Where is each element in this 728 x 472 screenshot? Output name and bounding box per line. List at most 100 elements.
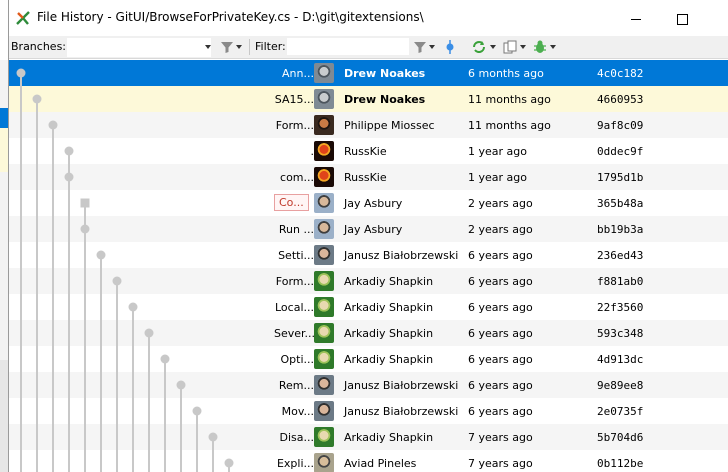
bug-dropdown-icon[interactable] (550, 45, 556, 49)
commit-message: Mov... (281, 405, 314, 418)
gitextensions-icon (16, 11, 30, 25)
commit-message: Opti... (280, 353, 315, 366)
commit-hash: 365b48a (597, 197, 644, 210)
commit-row[interactable]: Form... Philippe Miossec 11 months ago 9af8… (9, 112, 728, 138)
title-bar[interactable]: File History - GitUI/BrowseForPrivateKey… (9, 0, 728, 36)
avatar (314, 167, 334, 187)
commit-author: Janusz Białobrzewski (344, 249, 459, 262)
branches-input[interactable] (67, 38, 211, 57)
refresh-dropdown-icon[interactable] (490, 45, 496, 49)
avatar (314, 63, 334, 83)
commit-message: Run ... (278, 223, 314, 236)
commit-message: Disa... (279, 431, 315, 444)
avatar (314, 375, 334, 395)
commit-author: Jay Asbury (344, 197, 403, 210)
commit-row[interactable]: Sever... Arkadiy Shapkin 6 years ago 593c34… (9, 320, 728, 346)
commit-message: Sever... (274, 327, 314, 340)
commit-hash: 4660953 (597, 93, 644, 106)
commit-date: 2 years ago (468, 223, 533, 236)
commit-message: com... (280, 171, 314, 184)
commit-author: Jay Asbury (344, 223, 403, 236)
commit-date: 6 years ago (468, 327, 533, 340)
avatar (314, 89, 334, 109)
avatar (314, 271, 334, 291)
filter-toolbar: Branches: Filter: (9, 36, 728, 59)
funnel-icon[interactable] (219, 39, 235, 55)
commit-hash: 9af8c09 (597, 119, 644, 132)
commit-row[interactable]: com... RussKie 1 year ago 1795d1b (9, 164, 728, 190)
commit-author: Arkadiy Shapkin (344, 327, 434, 340)
copy-dropdown-icon[interactable] (520, 45, 526, 49)
commit-date: 11 months ago (468, 93, 551, 106)
commit-hash: 0b112be (597, 457, 644, 470)
avatar (314, 115, 334, 135)
funnel-icon[interactable] (412, 39, 428, 55)
commit-row[interactable]: Opti... Arkadiy Shapkin 6 years ago 4d913dc (9, 346, 728, 372)
commit-row[interactable]: Local... Arkadiy Shapkin 6 years ago 22f356… (9, 294, 728, 320)
filter-input[interactable] (287, 38, 409, 55)
commit-hash: bb19b3a (597, 223, 644, 236)
commit-message: . (310, 145, 315, 158)
filter-dropdown-icon[interactable] (429, 45, 435, 49)
copy-icon[interactable] (502, 39, 518, 55)
commit-row[interactable]: Disa... Arkadiy Shapkin 7 years ago 5b704d6 (9, 424, 728, 450)
commit-row[interactable]: Form... Arkadiy Shapkin 6 years ago f881ab0 (9, 268, 728, 294)
commit-hash: 22f3560 (597, 301, 644, 314)
commit-message: Local... (275, 301, 314, 314)
commit-row[interactable]: Rem... Janusz Białobrzewski 6 years ago 9e8… (9, 372, 728, 398)
branch-filter-dropdown-icon[interactable] (236, 45, 242, 49)
commit-row[interactable]: Run ... Jay Asbury 2 years ago bb19b3a (9, 216, 728, 242)
commit-date: 6 years ago (468, 379, 533, 392)
commit-author: Janusz Białobrzewski (344, 405, 459, 418)
bug-icon[interactable] (532, 39, 548, 55)
commit-date: 11 months ago (468, 119, 551, 132)
commit-date: 6 months ago (468, 67, 544, 80)
commit-hash: 1795d1b (597, 171, 644, 184)
commit-message: Form... (275, 275, 314, 288)
commit-row[interactable]: Ann... Drew Noakes 6 months ago 4c0c182 (9, 60, 728, 86)
commit-date: 7 years ago (468, 457, 533, 470)
commit-message: Setti... (278, 249, 314, 262)
commit-row[interactable]: Expli... Aviad Pineles 7 years ago 0b112be (9, 450, 728, 472)
commit-author: Arkadiy Shapkin (344, 353, 434, 366)
commit-author: RussKie (344, 145, 387, 158)
commit-date: 1 year ago (468, 145, 527, 158)
minimize-button[interactable] (613, 6, 659, 32)
maximize-button[interactable] (659, 6, 705, 32)
commit-message: Rem... (278, 379, 314, 392)
commit-row[interactable]: Co... Jay Asbury 2 years ago 365b48a (9, 190, 728, 216)
commit-row[interactable]: SA15... Drew Noakes 11 months ago 4660953 (9, 86, 728, 112)
commit-date: 1 year ago (468, 171, 527, 184)
refresh-icon[interactable] (471, 39, 487, 55)
commit-hash: 9e89ee8 (597, 379, 644, 392)
background-selection (0, 108, 8, 128)
commit-hash: 593c348 (597, 327, 644, 340)
commit-date: 2 years ago (468, 197, 533, 210)
commit-node-icon[interactable] (442, 39, 458, 55)
commit-hash: 4c0c182 (597, 67, 644, 80)
commit-author: RussKie (344, 171, 387, 184)
branches-dropdown-icon[interactable] (205, 45, 211, 49)
avatar (314, 297, 334, 317)
commit-author: Arkadiy Shapkin (344, 301, 434, 314)
avatar (314, 427, 334, 447)
maximize-icon (676, 13, 688, 25)
commit-author: Aviad Pineles (344, 457, 417, 470)
commit-row[interactable]: Mov... Janusz Białobrzewski 6 years ago 2e0… (9, 398, 728, 424)
revision-grid[interactable]: Ann... Drew Noakes 6 months ago 4c0c182 SA15… (9, 60, 728, 472)
commit-author: Drew Noakes (344, 67, 426, 80)
avatar (314, 401, 334, 421)
avatar (314, 141, 334, 161)
commit-date: 6 years ago (468, 353, 533, 366)
commit-hash: 5b704d6 (597, 431, 644, 444)
commit-message: SA15... (274, 93, 314, 106)
commit-row[interactable]: Setti... Janusz Białobrzewski 6 years ago 2… (9, 242, 728, 268)
commit-date: 6 years ago (468, 405, 533, 418)
commit-message: Form... (275, 119, 314, 132)
window-title: File History - GitUI/BrowseForPrivateKey… (37, 10, 424, 24)
avatar (314, 323, 334, 343)
commit-row[interactable]: . RussKie 1 year ago 0ddec9f (9, 138, 728, 164)
commit-author: Philippe Miossec (344, 119, 435, 132)
commit-hash: 4d913dc (597, 353, 644, 366)
background-panel (0, 360, 8, 472)
